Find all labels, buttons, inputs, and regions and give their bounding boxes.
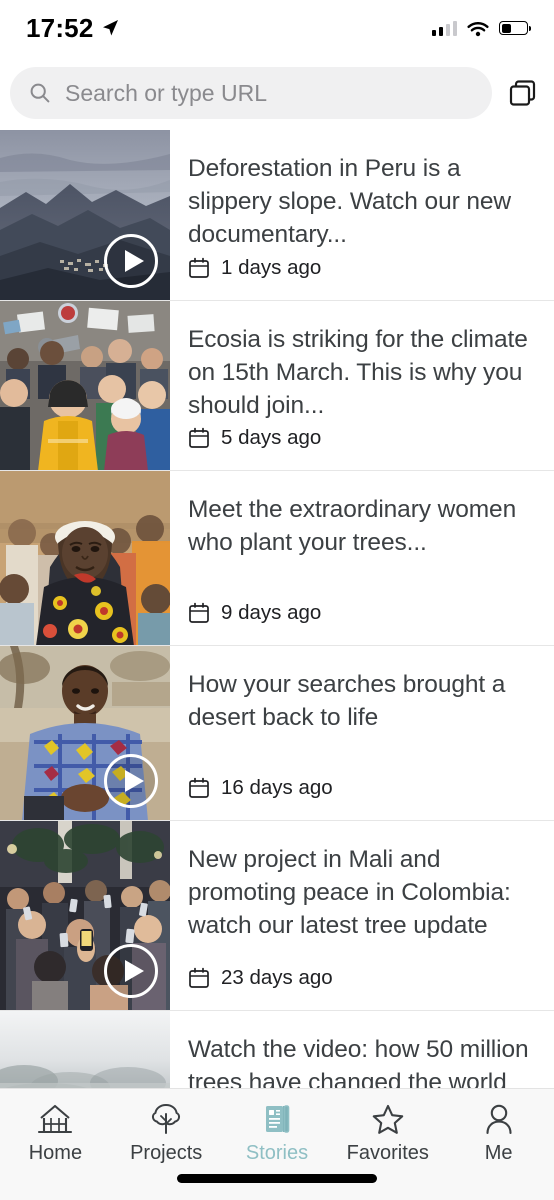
story-meta: 9 days ago <box>188 601 321 625</box>
calendar-icon <box>189 257 209 278</box>
story-date: 9 days ago <box>221 601 322 624</box>
story-content: Deforestation in Peru is a slippery slop… <box>170 130 554 300</box>
cellular-signal-icon <box>431 20 457 36</box>
tab-favorites[interactable]: Favorites <box>332 1101 443 1165</box>
play-button[interactable] <box>104 234 158 288</box>
newspaper-icon <box>259 1101 295 1137</box>
story-thumbnail[interactable] <box>0 301 170 470</box>
app-screen: 17:52 Search or type URL Deforestation i… <box>0 0 554 1200</box>
story-thumbnail[interactable] <box>0 1011 170 1088</box>
story-thumbnail[interactable] <box>0 130 170 300</box>
battery-icon <box>499 21 531 35</box>
tab-stories[interactable]: Stories <box>222 1101 333 1165</box>
search-placeholder-text: Search or type URL <box>65 79 267 106</box>
story-title: How your searches brought a desert back … <box>188 671 506 731</box>
story-content: Watch the video: how 50 million trees ha… <box>170 1011 554 1088</box>
tab-me[interactable]: Me <box>443 1101 554 1165</box>
story-list-item[interactable]: Deforestation in Peru is a slippery slop… <box>0 130 554 300</box>
tab-label: Stories <box>245 1142 309 1164</box>
story-title: Watch the video: how 50 million trees ha… <box>188 1036 529 1088</box>
story-content: Meet the extraordinary women who plant y… <box>170 471 554 645</box>
stories-list[interactable]: Deforestation in Peru is a slippery slop… <box>0 130 554 1088</box>
story-list-item[interactable]: Ecosia is striking for the climate on 15… <box>0 300 554 470</box>
tab-label: Projects <box>130 1142 203 1164</box>
tab-label: Home <box>28 1142 83 1164</box>
story-title: New project in Mali and promoting peace … <box>188 846 511 939</box>
story-meta: 5 days ago <box>188 426 321 450</box>
story-thumbnail[interactable] <box>0 821 170 1010</box>
woman-in-patterned-headscarf-image <box>0 471 170 645</box>
story-content: How your searches brought a desert back … <box>170 646 554 820</box>
calendar-icon <box>189 777 209 798</box>
story-thumbnail[interactable] <box>0 646 170 820</box>
story-meta: 16 days ago <box>188 776 333 800</box>
story-date: 16 days ago <box>221 776 333 799</box>
calendar-icon <box>189 602 209 623</box>
climate-march-crowd-image <box>0 301 170 470</box>
story-date: 1 days ago <box>221 256 322 279</box>
bottom-tab-bar: Home Projects Stories Favorites Me <box>0 1088 554 1200</box>
tree-icon <box>148 1101 184 1137</box>
browser-toolbar: Search or type URL <box>0 56 554 130</box>
home-indicator <box>177 1174 377 1183</box>
story-date: 23 days ago <box>221 966 333 989</box>
tab-label: Me <box>484 1142 513 1164</box>
story-date: 5 days ago <box>221 426 322 449</box>
story-thumbnail[interactable] <box>0 471 170 645</box>
status-bar-left: 17:52 <box>26 13 120 44</box>
story-title: Deforestation in Peru is a slippery slop… <box>188 155 512 248</box>
tab-home[interactable]: Home <box>0 1101 111 1165</box>
location-arrow-icon <box>102 20 118 36</box>
story-content: Ecosia is striking for the climate on 15… <box>170 301 554 470</box>
story-list-item[interactable]: Meet the extraordinary women who plant y… <box>0 470 554 645</box>
status-bar-right <box>431 20 531 37</box>
search-icon <box>30 83 50 103</box>
person-icon <box>481 1101 517 1137</box>
tabs-button[interactable] <box>506 76 540 110</box>
story-meta: 1 days ago <box>188 256 321 280</box>
tabs-icon <box>509 80 536 106</box>
clock-label: 17:52 <box>26 12 94 43</box>
calendar-icon <box>189 967 209 988</box>
calendar-icon <box>189 427 209 448</box>
house-icon <box>37 1101 73 1137</box>
tab-label: Favorites <box>346 1142 429 1164</box>
search-input[interactable]: Search or type URL <box>10 67 492 119</box>
play-button[interactable] <box>104 754 158 808</box>
story-title: Ecosia is striking for the climate on 15… <box>188 326 528 419</box>
status-bar: 17:52 <box>0 0 554 56</box>
story-list-item[interactable]: Watch the video: how 50 million trees ha… <box>0 1010 554 1088</box>
wifi-icon <box>467 21 489 36</box>
play-button[interactable] <box>104 944 158 998</box>
story-content: New project in Mali and promoting peace … <box>170 821 554 1010</box>
story-title: Meet the extraordinary women who plant y… <box>188 496 517 556</box>
tab-projects[interactable]: Projects <box>111 1101 222 1165</box>
star-icon <box>370 1101 406 1137</box>
story-meta: 23 days ago <box>188 966 333 990</box>
story-list-item[interactable]: New project in Mali and promoting peace … <box>0 820 554 1010</box>
story-list-item[interactable]: How your searches brought a desert back … <box>0 645 554 820</box>
misty-forest-image <box>0 1011 170 1088</box>
